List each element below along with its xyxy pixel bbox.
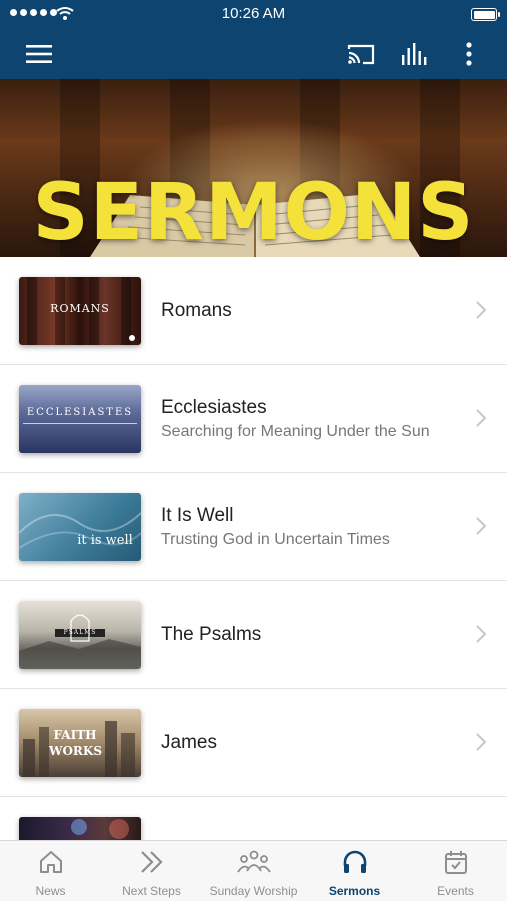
- tab-sunday-worship[interactable]: Sunday Worship: [203, 841, 304, 901]
- thumbnail-text: ROMANS: [50, 302, 110, 315]
- sermon-thumbnail: FAITH WORKS: [19, 709, 141, 777]
- tab-label: Sermons: [328, 884, 381, 898]
- tab-news[interactable]: News: [0, 841, 101, 901]
- sermon-row-romans[interactable]: ROMANS Romans: [0, 257, 507, 365]
- tab-events[interactable]: Events: [405, 841, 506, 901]
- thumbnail-text: ECCLESIASTES: [26, 407, 134, 418]
- thumbnail-text: PSALMS: [63, 629, 97, 636]
- sermon-thumbnail: ROMANS: [19, 277, 141, 345]
- sermon-title: The Psalms: [161, 623, 262, 645]
- thumbnail-text: it is well: [77, 533, 133, 548]
- headphones-icon: [343, 850, 366, 873]
- sermon-title: It Is Well: [161, 504, 234, 526]
- sermon-title: Ecclesiastes: [161, 396, 267, 418]
- sermon-subtitle: Searching for Meaning Under the Sun: [161, 422, 430, 440]
- status-time: 10:26 AM: [221, 5, 286, 22]
- tab-next-steps[interactable]: Next Steps: [101, 841, 202, 901]
- double-chevron-icon: [140, 851, 163, 873]
- cast-icon[interactable]: [336, 28, 386, 79]
- hero-banner: SERMONS: [0, 79, 507, 257]
- home-icon: [39, 851, 62, 873]
- sermon-list: ROMANS Romans ECCLESIASTES Ecclesiastes …: [0, 257, 507, 904]
- chevron-right-icon: [476, 301, 487, 319]
- hero-title: SERMONS: [32, 168, 475, 257]
- sermon-thumbnail: it is well: [19, 493, 141, 561]
- tab-label: News: [35, 884, 66, 898]
- tab-sermons[interactable]: Sermons: [304, 841, 405, 901]
- calendar-icon: [444, 851, 467, 874]
- equalizer-icon[interactable]: [390, 28, 440, 79]
- sermon-row-james[interactable]: FAITH WORKS James: [0, 689, 507, 797]
- sermon-row-it-is-well[interactable]: it is well It Is Well Trusting God in Un…: [0, 473, 507, 581]
- status-bar: 10:26 AM: [0, 0, 507, 28]
- sermon-thumbnail: ECCLESIASTES: [19, 385, 141, 453]
- battery-icon: [471, 8, 500, 21]
- chevron-right-icon: [476, 517, 487, 535]
- tab-label: Next Steps: [122, 884, 181, 898]
- more-vertical-icon[interactable]: [444, 28, 494, 79]
- sermon-thumbnail: PSALMS: [19, 601, 141, 669]
- sermon-subtitle: Trusting God in Uncertain Times: [161, 530, 390, 548]
- chevron-right-icon: [476, 733, 487, 751]
- tab-bar: News Next Steps Sunday Worship Sermons E…: [0, 840, 507, 901]
- thumbnail-text: FAITH WORKS: [49, 728, 102, 758]
- chevron-right-icon: [476, 409, 487, 427]
- tab-label: Events: [437, 884, 474, 898]
- sermon-title: Romans: [161, 299, 232, 321]
- menu-icon[interactable]: [14, 28, 64, 79]
- sermon-row-psalms[interactable]: PSALMS The Psalms: [0, 581, 507, 689]
- chevron-right-icon: [476, 625, 487, 643]
- sermon-row-ecclesiastes[interactable]: ECCLESIASTES Ecclesiastes Searching for …: [0, 365, 507, 473]
- app-bar: [0, 28, 507, 79]
- people-icon: [236, 850, 271, 873]
- tab-label: Sunday Worship: [209, 884, 298, 898]
- sermon-title: James: [161, 731, 217, 753]
